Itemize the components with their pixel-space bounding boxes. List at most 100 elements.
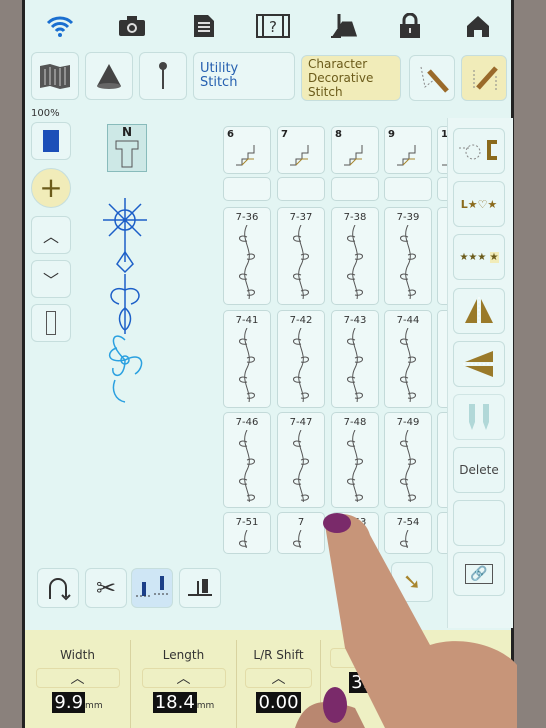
pattern-size-button[interactable] (31, 304, 71, 342)
stitch-label: 7-39 (396, 212, 420, 223)
scroll-down-button[interactable]: ﹀ (31, 260, 71, 298)
category-pattern-icon (397, 145, 416, 166)
wifi-icon[interactable] (43, 10, 77, 42)
param-length: Length ︿ 18.4 mm (131, 640, 237, 728)
stitch-pattern-7-46[interactable]: 7-46 (223, 412, 271, 508)
stitch-preview (103, 198, 147, 403)
pin-icon (159, 62, 167, 89)
category-tab-7[interactable]: 7 (277, 126, 325, 174)
thread-color-swatch (43, 130, 59, 152)
pattern-cell-partial[interactable] (331, 177, 379, 201)
stitch-pattern-7-48[interactable]: 7-48 (331, 412, 379, 508)
home-icon[interactable] (461, 10, 495, 42)
stitch-vine-icon (347, 430, 363, 502)
pivot-foot-icon (188, 579, 212, 596)
my-custom-stitch-button[interactable] (409, 55, 455, 101)
zoom-level: 100% (31, 108, 60, 119)
stitch-label: 7-43 (343, 315, 367, 326)
stitch-label: 7-48 (343, 417, 367, 428)
pattern-cell-partial[interactable] (384, 177, 432, 201)
character-decorative-stitch-tab[interactable]: Character Decorative Stitch (301, 55, 401, 101)
param-label: Length (162, 648, 205, 662)
mirror-horizontal-icon (465, 297, 493, 325)
lock-icon[interactable] (393, 10, 427, 42)
stitch-vine-icon (400, 328, 416, 402)
increase-button[interactable]: ︿ (141, 668, 226, 688)
stitch-pattern-7-38[interactable]: 7-38 (331, 207, 379, 305)
stitch-vine-icon (239, 530, 248, 548)
stitch-label: 7-51 (235, 517, 259, 528)
plus-icon: + (39, 171, 63, 204)
sewing-machine-screen: ? Utility Stitch Character Decorative St… (22, 0, 517, 728)
pattern-cell-partial[interactable] (223, 177, 271, 201)
category-tab-8[interactable]: 8 (331, 126, 379, 174)
arc-arrow-icon (49, 578, 71, 601)
thread-cutter-button[interactable]: ✂ (85, 568, 127, 608)
category-number: 7 (281, 129, 288, 140)
stitch-pattern-7-51[interactable]: 7-51 (223, 512, 271, 554)
stitch-vine-icon (293, 225, 309, 299)
repeat-button[interactable]: ★★★ ★ (453, 234, 505, 280)
category-number: 9 (388, 129, 395, 140)
category-tab-6[interactable]: 6 (223, 126, 271, 174)
pattern-connect-button[interactable] (453, 128, 505, 174)
scissors-icon: ✂ (95, 574, 117, 602)
stitch-label: 7-47 (289, 417, 313, 428)
stitch-pattern-7-49[interactable]: 7-49 (384, 412, 432, 508)
svg-text:?: ? (269, 18, 277, 36)
help-video-icon[interactable]: ? (253, 10, 293, 42)
stitch-pattern-7-36[interactable]: 7-36 (223, 207, 271, 305)
scroll-up-button[interactable]: ︿ (31, 216, 71, 254)
presser-foot-icon[interactable] (325, 10, 359, 42)
stitch-label: 7-38 (343, 212, 367, 223)
finger-overlay (295, 513, 517, 728)
thread-cone-icon (97, 64, 121, 89)
add-pattern-button[interactable]: + (31, 168, 71, 208)
twin-needle-button[interactable] (453, 394, 505, 440)
pattern-cell-partial[interactable] (277, 177, 325, 201)
dotted-circle-bracket-icon (459, 140, 497, 160)
stitch-pattern-7-41[interactable]: 7-41 (223, 310, 271, 408)
pivot-button[interactable] (179, 568, 221, 608)
param-value: 18.4 (152, 692, 197, 713)
stitch-vine-icon (239, 328, 255, 402)
stitch-vine-icon (293, 430, 309, 502)
category-pattern-icon (290, 145, 309, 166)
single-repeat-button[interactable]: L★♡★ (453, 181, 505, 227)
stitch-label: 7-36 (235, 212, 259, 223)
reinforcement-button[interactable] (37, 568, 79, 608)
foot-label: N (121, 125, 133, 139)
document-icon[interactable] (187, 10, 221, 42)
chevron-up-icon: ︿ (42, 227, 59, 246)
pattern-map-button[interactable] (31, 52, 79, 100)
category-number: 6 (227, 129, 234, 140)
category-number: 8 (335, 129, 342, 140)
needle-stop-position-button[interactable] (131, 568, 173, 608)
needle-position-button[interactable] (139, 52, 187, 100)
stars-repeat-icon: ★★★ ★ (459, 251, 499, 263)
edit-stitch-button[interactable] (461, 55, 507, 101)
stitch-pattern-7-44[interactable]: 7-44 (384, 310, 432, 408)
stitch-pattern-7-42[interactable]: 7-42 (277, 310, 325, 408)
category-tab-9[interactable]: 9 (384, 126, 432, 174)
mirror-vertical-button[interactable] (453, 341, 505, 387)
stitch-pattern-7-43[interactable]: 7-43 (331, 310, 379, 408)
rectangle-icon (46, 311, 56, 335)
param-width: Width ︿ 9.9 mm (25, 640, 131, 728)
utility-stitch-tab[interactable]: Utility Stitch (193, 52, 295, 100)
stitch-label: 7-49 (396, 417, 420, 428)
stitch-vine-icon (400, 430, 416, 502)
thread-spool-button[interactable] (85, 52, 133, 100)
pencil-ruler-icon (473, 66, 498, 90)
category-pattern-icon (344, 145, 363, 166)
stitch-pattern-7-47[interactable]: 7-47 (277, 412, 325, 508)
camera-icon[interactable] (115, 10, 149, 42)
thread-color-button[interactable] (31, 122, 71, 160)
stitch-pattern-7-39[interactable]: 7-39 (384, 207, 432, 305)
delete-button[interactable]: Delete (453, 447, 505, 493)
param-unit: mm (85, 701, 103, 711)
increase-button[interactable]: ︿ (35, 668, 120, 688)
mirror-horizontal-button[interactable] (453, 288, 505, 334)
stitch-pattern-7-37[interactable]: 7-37 (277, 207, 325, 305)
pattern-map-icon (40, 64, 70, 89)
